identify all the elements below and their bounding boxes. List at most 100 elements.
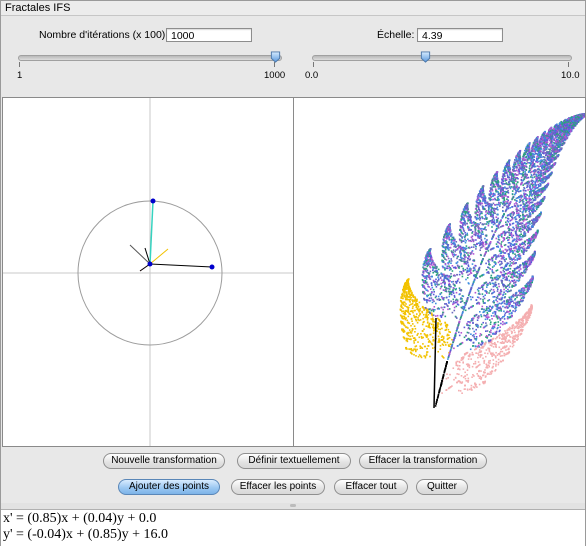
fern-point [479, 298, 482, 300]
fern-point [466, 277, 469, 279]
fern-point [500, 260, 503, 263]
iterations-max-tick [274, 62, 275, 67]
fern-point [542, 172, 545, 174]
fern-point [434, 309, 436, 311]
fern-point [512, 226, 514, 229]
fern-point [477, 287, 480, 289]
fern-point [413, 353, 415, 356]
fern-point [461, 392, 463, 394]
fern-point [466, 267, 469, 269]
fern-point [486, 318, 489, 320]
fern-point [528, 210, 530, 213]
fern-point [492, 223, 495, 226]
fern-point [512, 261, 515, 263]
fern-point [513, 329, 515, 332]
fern-point [493, 291, 496, 293]
fern-point [504, 260, 506, 263]
fern-point [502, 224, 505, 227]
fern-point [453, 378, 455, 381]
fern-point [490, 321, 492, 323]
fern-point [508, 246, 510, 248]
fern-point [423, 328, 425, 331]
fern-point [488, 364, 490, 366]
title-bar: Fractales IFS [1, 1, 585, 16]
fern-point [439, 332, 441, 335]
fern-point [450, 258, 452, 260]
fern-point [428, 278, 431, 280]
fern-point [434, 315, 437, 317]
fern-point [515, 180, 517, 182]
fern-point [507, 262, 509, 265]
fern-point [480, 211, 483, 213]
fern-point [530, 228, 532, 230]
iterations-slider-track[interactable] [18, 55, 282, 61]
scale-slider-track[interactable] [312, 55, 572, 61]
point-marker-icon[interactable] [147, 261, 153, 267]
fern-point [518, 201, 521, 203]
fern-point [455, 299, 457, 302]
fern-point [508, 186, 511, 188]
fern-point [409, 298, 411, 301]
fern-point [472, 345, 475, 347]
fern-point [504, 200, 506, 203]
fern-point [468, 273, 471, 276]
fern-point [428, 297, 431, 300]
fern-point [509, 282, 511, 285]
fern-point [442, 356, 444, 358]
point-marker-icon[interactable] [150, 198, 156, 204]
fern-point [508, 242, 511, 244]
fern-point [492, 359, 495, 361]
fern-point [492, 213, 494, 216]
fern-point [471, 296, 474, 299]
scale-min-label: 0.0 [305, 70, 319, 81]
fern-point [530, 176, 532, 178]
iterations-field[interactable]: 1000 [166, 28, 252, 42]
fern-point [516, 221, 518, 223]
fern-point [536, 155, 538, 158]
fern-point [516, 325, 518, 328]
fern-point [518, 269, 521, 271]
transformation-canvas[interactable] [3, 98, 293, 446]
fern-point [446, 341, 449, 344]
fern-point [435, 278, 437, 281]
fern-point [408, 313, 410, 315]
scale-slider[interactable] [312, 50, 574, 70]
fern-point [508, 238, 510, 241]
fern-point [514, 331, 516, 334]
fern-point [488, 365, 490, 368]
scale-field[interactable]: 4.39 [417, 28, 503, 42]
fern-point [415, 306, 418, 308]
fern-point [541, 163, 544, 165]
fern-point [484, 214, 486, 217]
fern-point [537, 183, 539, 186]
fern-point [533, 173, 535, 176]
slider-thumb-icon[interactable] [270, 51, 281, 63]
fern-point [490, 276, 492, 279]
fern-point [533, 147, 536, 150]
fern-point [485, 322, 487, 324]
fern-point [431, 264, 433, 266]
fern-point [516, 257, 519, 260]
fern-point [426, 269, 429, 272]
fern-point [479, 241, 482, 243]
fern-point [478, 383, 481, 386]
slider-thumb-icon[interactable] [420, 51, 431, 63]
fern-point [426, 301, 428, 304]
transform-vector-c [149, 248, 169, 265]
iterations-slider[interactable] [18, 50, 282, 70]
transformation-editor-panel[interactable] [2, 97, 294, 447]
fern-point [431, 343, 433, 345]
fern-point [496, 300, 499, 303]
fern-point [475, 245, 477, 248]
fern-point [504, 248, 507, 251]
fern-point [413, 325, 416, 327]
point-marker-icon[interactable] [209, 264, 215, 270]
fern-point [520, 176, 523, 179]
fern-point [489, 281, 491, 284]
fern-point [484, 223, 486, 225]
fern-point [466, 373, 468, 376]
fern-point [453, 296, 456, 298]
fern-point [536, 175, 538, 178]
fern-point [481, 308, 483, 310]
fern-point [479, 311, 481, 313]
